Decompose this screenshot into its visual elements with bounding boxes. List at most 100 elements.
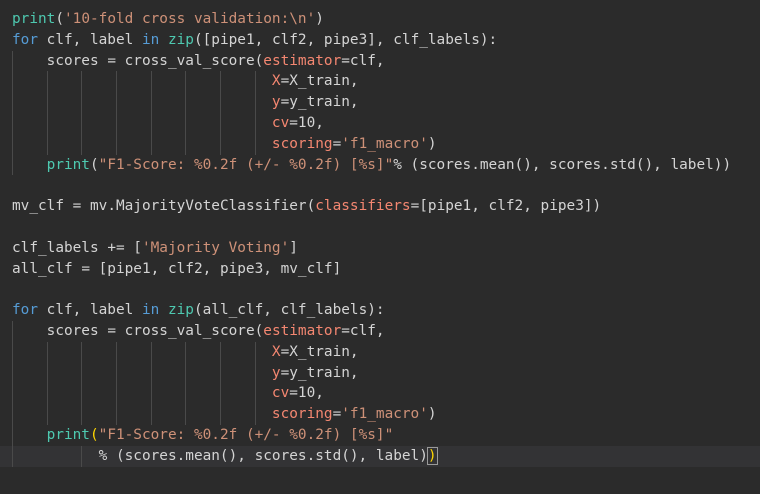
code-line[interactable]: all_clf = [pipe1, clf2, pipe3, mv_clf]: [12, 259, 760, 280]
indent-guide: [81, 341, 83, 363]
code-line[interactable]: [12, 279, 760, 300]
code-token: print: [12, 11, 56, 27]
code-line[interactable]: y=y_train,: [12, 362, 760, 384]
indent-guide: [12, 112, 13, 134]
indent-guide: [220, 71, 222, 93]
code-token: X: [271, 343, 281, 360]
code-line[interactable]: for clf, label in zip(all_clf, clf_label…: [12, 300, 760, 321]
code-token: print: [46, 426, 90, 443]
indent-guide: [116, 92, 118, 113]
indent-guide: [185, 341, 187, 363]
code-line[interactable]: [12, 217, 760, 238]
code-line[interactable]: scoring='f1_macro'): [12, 133, 760, 155]
code-token: scoring: [271, 135, 333, 152]
code-token: ): [315, 11, 324, 27]
code-line[interactable]: print("F1-Score: %0.2f (+/- %0.2f) [%s]": [12, 424, 760, 446]
code-token: estimator: [263, 322, 342, 339]
indent-guide: [12, 445, 13, 467]
code-line[interactable]: X=X_train,: [12, 71, 760, 93]
indent-guide: [12, 50, 13, 72]
indent-guide: [185, 404, 187, 425]
code-token: ]: [289, 239, 298, 256]
code-line[interactable]: scores = cross_val_score(estimator=clf,: [12, 50, 760, 72]
code-token: in: [141, 31, 160, 48]
indent-guide: [185, 112, 187, 134]
indent-guide: [46, 341, 48, 363]
indent-guide: [116, 71, 118, 93]
code-line[interactable]: X=X_train,: [12, 341, 760, 363]
code-token: % (scores.mean(), scores.std(), label)): [393, 156, 732, 173]
code-line[interactable]: y=y_train,: [12, 92, 760, 113]
indent-guide: [81, 133, 83, 155]
code-token: in: [141, 302, 160, 319]
code-token: "F1-Score: %0.2f (+/- %0.2f) [%s]": [98, 156, 394, 173]
indent-guide: [220, 92, 222, 113]
code-token: for: [12, 302, 38, 319]
indent-guide: [46, 71, 48, 93]
code-token: [: [124, 239, 142, 256]
code-line[interactable]: mv_clf = mv.MajorityVoteClassifier(class…: [12, 196, 760, 217]
code-line[interactable]: scores = cross_val_score(estimator=clf,: [12, 320, 760, 342]
code-token: =: [332, 135, 342, 152]
code-token: % (scores.mean(), scores.std(), label): [98, 447, 428, 464]
indent-guide: [46, 133, 48, 155]
code-editor[interactable]: print('10-fold cross validation:\n') for …: [0, 0, 760, 494]
indent-guide: [185, 71, 187, 93]
indent-guide: [12, 133, 13, 155]
indent-guide: [220, 383, 222, 405]
code-token: =10,: [289, 114, 324, 131]
indent-guide: [46, 362, 48, 384]
code-token: cv: [271, 385, 290, 402]
indent-guide: [81, 112, 83, 134]
indent-guide: [150, 341, 152, 363]
code-line[interactable]: print("F1-Score: %0.2f (+/- %0.2f) [%s]"…: [12, 154, 760, 176]
indent-guide: [254, 362, 256, 384]
code-line[interactable]: scoring='f1_macro'): [12, 404, 760, 425]
indent-guide: [81, 92, 83, 113]
indent-guide: [185, 133, 187, 155]
code-token: clf, label: [38, 302, 142, 319]
code-token: (: [89, 156, 99, 173]
code-line[interactable]: cv=10,: [12, 112, 760, 134]
indent-guide: [116, 362, 118, 384]
code-token: estimator: [263, 52, 342, 69]
code-token: cross_val_score(: [115, 322, 264, 339]
indent-guide: [81, 445, 83, 467]
code-token: clf_labels: [12, 239, 108, 256]
code-token: for: [12, 31, 38, 48]
code-token: ): [427, 135, 437, 152]
code-line[interactable]: print('10-fold cross validation:\n'): [12, 9, 760, 30]
code-token: +=: [107, 239, 125, 256]
indent-guide: [254, 404, 256, 425]
code-line[interactable]: cv=10,: [12, 383, 760, 405]
indent-guide: [254, 112, 256, 134]
code-token: 'f1_macro': [341, 406, 428, 423]
code-area[interactable]: print('10-fold cross validation:\n') for …: [0, 9, 760, 467]
code-token: y: [271, 364, 281, 381]
code-token: classifiers: [315, 198, 411, 215]
code-line[interactable]: for clf, label in zip([pipe1, clf2, pipe…: [12, 30, 760, 51]
indent-guide: [185, 92, 187, 113]
code-token: ([pipe1, clf2, pipe3], clf_labels):: [193, 31, 498, 48]
code-token: print: [46, 156, 90, 173]
indent-guide: [12, 362, 13, 384]
code-line[interactable]: % (scores.mean(), scores.std(), label)): [0, 445, 760, 467]
indent-guide: [12, 383, 13, 405]
code-line[interactable]: [12, 175, 760, 196]
indent-guide: [81, 383, 83, 405]
code-token: scoring: [271, 406, 333, 423]
code-token: mv_clf: [12, 198, 73, 215]
code-token: zip: [167, 302, 194, 319]
indent-guide: [116, 341, 118, 363]
indent-guide: [116, 133, 118, 155]
code-token: =[pipe1, clf2, pipe3]): [410, 198, 602, 215]
code-token: (all_clf, clf_labels):: [193, 302, 385, 319]
code-line[interactable]: clf_labels += ['Majority Voting']: [12, 238, 760, 259]
indent-guide: [46, 404, 48, 425]
